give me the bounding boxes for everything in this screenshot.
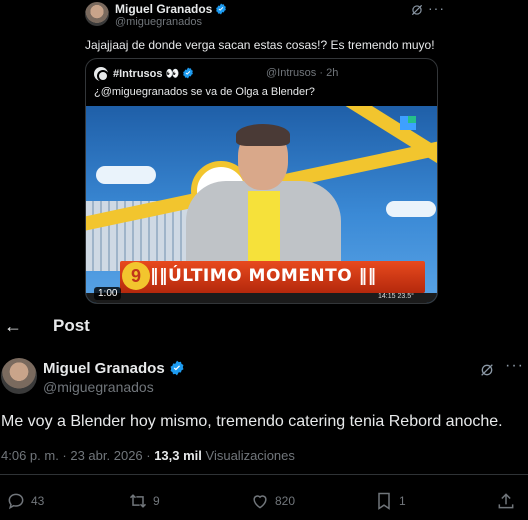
presenter-hair <box>236 124 290 146</box>
bookmark-count: 1 <box>399 494 406 508</box>
page-title: Post <box>53 316 90 335</box>
author-name[interactable]: Miguel Granados <box>43 360 185 377</box>
channel-badge: 9 <box>122 262 150 290</box>
heart-icon <box>253 495 267 509</box>
author-handle[interactable]: @miguegranados <box>115 16 202 28</box>
share-icon <box>498 493 514 509</box>
quote-text: ¿@miguegranados se va de Olga a Blender? <box>94 86 315 98</box>
cloud-shape <box>386 201 436 217</box>
divider <box>0 474 528 475</box>
like-button[interactable]: 820 <box>250 490 295 512</box>
tweet-text: Jajajjaaj de donde verga sacan estas cos… <box>85 38 435 52</box>
more-icon[interactable]: ··· <box>428 0 445 16</box>
quote-author-name[interactable]: #Intrusos 👀 <box>113 67 194 80</box>
video-player[interactable]: 9 ‖‖ÚLTIMO MOMENTO ‖‖ 14:15 23.5° 1:00 <box>86 106 437 303</box>
reply-button[interactable]: 43 <box>6 490 44 512</box>
bookmark-button[interactable]: 1 <box>374 490 406 512</box>
grok-icon[interactable] <box>479 362 495 378</box>
timestamp[interactable]: 4:06 p. m. · 23 abr. 2026 · <box>1 448 154 463</box>
like-count: 820 <box>275 494 296 508</box>
views-count: 13,3 mil <box>154 448 202 463</box>
quoted-tweet-card[interactable]: #Intrusos 👀 @Intrusos · 2h ¿@miguegranad… <box>85 58 438 304</box>
quote-avatar[interactable] <box>94 67 109 82</box>
quote-handle-time: @Intrusos · 2h <box>266 67 339 79</box>
repost-button[interactable]: 9 <box>128 490 160 512</box>
cloud-shape <box>96 166 156 184</box>
avatar[interactable] <box>1 358 37 394</box>
video-duration: 1:00 <box>94 287 122 300</box>
channel-logo-icon <box>400 116 416 130</box>
verified-icon <box>183 67 194 79</box>
share-button[interactable] <box>496 490 516 512</box>
post-header: ← Post <box>0 312 528 342</box>
tv-clock: 14:15 23.5° <box>378 293 414 300</box>
bookmark-icon <box>378 492 390 510</box>
verified-icon <box>170 360 184 376</box>
repost-icon <box>129 494 147 508</box>
views-label: Visualizaciones <box>201 448 295 463</box>
back-arrow-icon[interactable]: ← <box>4 316 22 337</box>
grok-icon[interactable] <box>410 3 424 17</box>
more-icon[interactable]: ··· <box>505 357 524 375</box>
reply-icon <box>8 493 24 510</box>
reply-count: 43 <box>31 494 45 508</box>
action-bar: 43 9 820 1 <box>0 490 528 514</box>
post-text: Me voy a Blender hoy mismo, tremendo cat… <box>1 413 503 430</box>
verified-icon <box>216 3 227 15</box>
avatar[interactable] <box>85 2 109 26</box>
post-meta: 4:06 p. m. · 23 abr. 2026 · 13,3 mil Vis… <box>1 448 295 463</box>
author-name[interactable]: Miguel Granados <box>115 2 227 16</box>
author-handle[interactable]: @miguegranados <box>43 379 154 395</box>
banner-text: ‖‖ÚLTIMO MOMENTO ‖‖ <box>150 266 377 286</box>
embedded-tweet[interactable]: Miguel Granados @miguegranados ··· Jajaj… <box>0 0 528 305</box>
repost-count: 9 <box>153 494 160 508</box>
